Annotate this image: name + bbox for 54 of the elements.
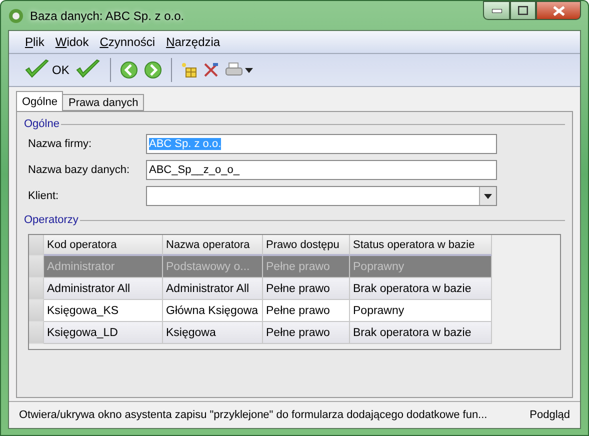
row-header — [29, 235, 44, 256]
table-cell: Poprawny — [350, 256, 492, 278]
table-cell: Pełne prawo — [263, 278, 350, 300]
tools-button[interactable] — [202, 61, 220, 79]
table-cell: Pełne prawo — [263, 300, 350, 322]
status-message: Otwiera/ukrywa okno asystenta zapisu "przyklejone" do formularza dodającego dodatkowe fun... — [19, 409, 488, 421]
field-label: Nazwa bazy danych: — [28, 164, 130, 176]
tab[interactable]: Ogólne — [16, 91, 64, 111]
forward-button[interactable] — [143, 60, 164, 80]
caret-icon — [484, 194, 492, 198]
tools-icon — [203, 62, 220, 78]
caret-icon — [245, 68, 254, 72]
table-cell: Brak operatora w bazie — [350, 322, 492, 344]
table-cell: Administrator All — [44, 278, 163, 300]
column-header[interactable]: Prawo dostępu — [263, 235, 350, 256]
input-field[interactable]: ABC_Sp__z_o_o_ — [146, 160, 497, 180]
grid-icon — [181, 62, 198, 78]
table-cell: Księgowa_LD — [44, 322, 163, 344]
field-label: Nazwa firmy: — [28, 138, 93, 150]
menu-item[interactable]: Czynności — [100, 33, 164, 51]
table-cell: Księgowa — [163, 322, 263, 344]
column-header[interactable]: Status operatora w bazie — [350, 235, 492, 256]
printer-icon — [225, 62, 244, 78]
minimize-button[interactable] — [483, 1, 510, 20]
table-cell: Główna Księgowa — [163, 300, 263, 322]
field-label: Klient: — [28, 190, 60, 202]
menu-item[interactable]: Plik — [25, 33, 54, 51]
group-title: Operatorzy — [24, 214, 78, 226]
column-header[interactable]: Nazwa operatora — [163, 235, 263, 256]
menu-item[interactable]: Widok — [55, 33, 98, 51]
table-cell: Podstawowy o... — [163, 256, 263, 278]
group-title: Ogólne — [24, 118, 60, 130]
table-cell: Poprawny — [350, 300, 492, 322]
ok-button[interactable]: OK — [23, 57, 70, 83]
grid-button[interactable] — [180, 61, 198, 79]
table-cell: Pełne prawo — [263, 322, 350, 344]
dropdown-field[interactable] — [146, 186, 497, 206]
table-cell: Pełne prawo — [263, 256, 350, 278]
column-header[interactable]: Kod operatora — [44, 235, 163, 256]
close-button[interactable] — [536, 1, 581, 20]
table-cell: Administrator All — [163, 278, 263, 300]
table-cell: Administrator — [44, 256, 163, 278]
maximize-icon — [518, 6, 528, 15]
table-cell: Księgowa_KS — [44, 300, 163, 322]
table-cell: Brak operatora w bazie — [350, 278, 492, 300]
menu-item[interactable]: Narzędzia — [166, 33, 230, 51]
tab[interactable]: Prawa danych — [62, 94, 144, 111]
window-title: Baza danych: ABC Sp. z o.o. — [30, 8, 186, 22]
app-icon — [8, 8, 24, 24]
mode-indicator: Podgląd — [530, 409, 570, 421]
maximize-button[interactable] — [510, 1, 536, 20]
minimize-icon — [492, 8, 502, 12]
close-icon — [552, 6, 564, 16]
back-button[interactable] — [119, 60, 140, 80]
